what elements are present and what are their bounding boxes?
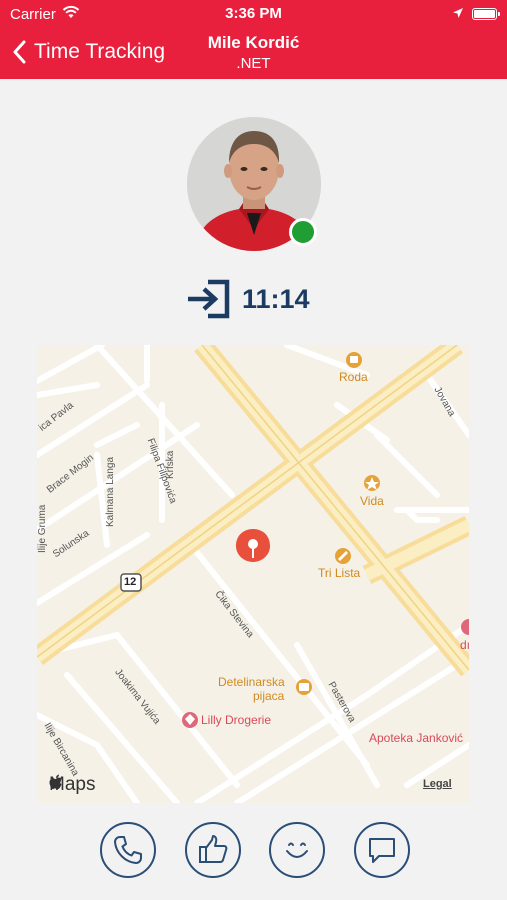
location-arrow-icon [453,8,463,18]
employee-name: Mile Kordić [207,33,300,52]
route-number: 12 [124,576,137,588]
poi-cutoff[interactable]: dı [460,638,469,652]
status-time: 3:36 PM [225,5,282,22]
poi-detelinarska[interactable]: Detelinarska [218,675,285,689]
chat-bubble-icon [369,838,395,863]
location-map[interactable]: Filipa Filipovića Krfska Kalmana Langa B… [37,345,469,803]
status-bar: Carrier 3:36 PM [0,0,507,28]
check-in-row: 11:14 [186,279,310,319]
apple-maps-logo: Maps [49,774,95,796]
like-button[interactable] [185,822,241,878]
poi-tri-lista[interactable]: Tri Lista [318,566,360,580]
chevron-left-icon [13,40,26,64]
online-status-indicator [289,218,317,246]
street-ilije-gruma: Ilije Gruma [37,504,48,553]
poi-roda[interactable]: Roda [339,370,368,384]
thumbs-up-icon [199,835,228,863]
apple-icon [49,774,62,789]
legal-link[interactable]: Legal [423,778,452,790]
check-in-time: 11:14 [242,283,310,314]
street-krfska: Krfska [165,450,176,479]
smiley-icon [286,842,308,858]
message-button[interactable] [354,822,410,878]
poi-pijaca[interactable]: pijaca [253,689,284,703]
navigation-bar: Time Tracking Mile Kordić .NET [0,28,507,79]
poi-apoteka[interactable]: Apoteka Janković [369,731,463,745]
poi-lilly[interactable]: Lilly Drogerie [201,713,271,727]
battery-icon [472,8,500,20]
employee-team: .NET [236,55,271,72]
sign-in-icon [188,279,230,319]
back-button-label: Time Tracking [34,40,166,63]
emoji-button[interactable] [269,822,325,878]
street-kalmana: Kalmana Langa [105,456,116,527]
call-button[interactable] [100,822,156,878]
phone-icon [114,836,142,864]
poi-vida[interactable]: Vida [360,494,384,508]
back-button[interactable]: Time Tracking [12,37,165,67]
